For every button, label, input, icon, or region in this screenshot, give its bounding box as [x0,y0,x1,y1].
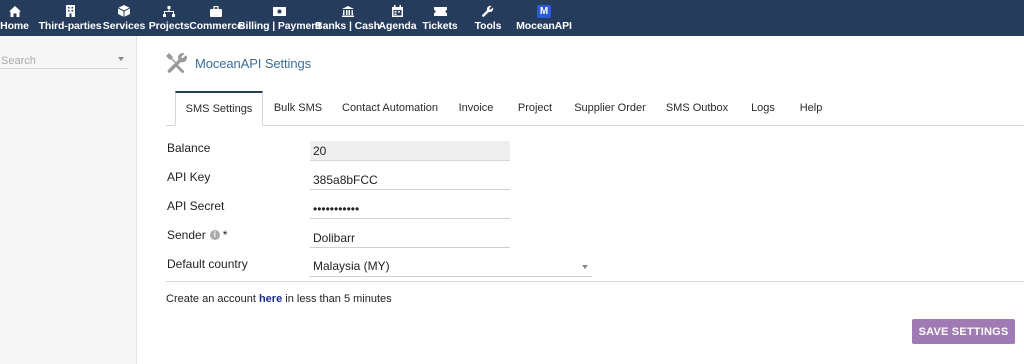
balance-field [310,141,510,161]
tab-project[interactable]: Project [515,91,555,126]
nav-item-tools[interactable]: Tools [473,0,503,36]
create-account-prefix: Create an account [166,293,259,305]
building-icon [63,4,77,18]
nav-label: Projects [148,20,190,32]
nav-item-tickets[interactable]: Tickets [422,0,458,36]
balance-row: Balance [166,136,1016,165]
money-icon [273,4,287,18]
nav-item-home[interactable]: Home [0,0,29,36]
left-sidebar [0,36,137,364]
page-title-block: MoceanAPI Settings [166,52,311,74]
nav-label: MoceanAPI [516,20,572,32]
nav-item-billing-payment[interactable]: Billing | Payment [238,0,321,36]
tab-contact-automation[interactable]: Contact Automation [342,91,438,126]
nav-item-projects[interactable]: Projects [148,0,190,36]
nav-label: Home [0,20,29,32]
settings-tabs: SMS Settings Bulk SMS Contact Automation… [166,91,1024,126]
tab-logs[interactable]: Logs [748,91,778,126]
create-account-text: Create an account here in less than 5 mi… [166,293,392,305]
nav-label: Tools [474,20,502,32]
api-key-row: API Key [166,165,1016,194]
api-key-label: API Key [167,170,211,184]
create-account-suffix: in less than 5 minutes [282,293,392,305]
top-navigation-bar: Home Third-parties Services Projects Com… [0,0,1024,36]
moceanapi-logo-icon: M [537,4,551,18]
moceanapi-badge: M [537,4,551,18]
calendar-icon [391,4,405,18]
nav-label: Third-parties [38,20,102,32]
chevron-down-icon[interactable] [118,57,124,61]
api-key-field[interactable] [310,170,510,190]
nav-label: Billing | Payment [238,20,321,32]
sender-row: Sender i * [166,223,1016,252]
sender-label: Sender [167,228,206,242]
tools-icon [166,52,188,74]
nav-label: Services [102,20,146,32]
required-marker: * [222,228,228,242]
ticket-icon [433,4,447,18]
nav-item-services[interactable]: Services [102,0,146,36]
sender-field[interactable] [310,228,510,248]
nav-label: Agenda [378,20,417,32]
search-select[interactable] [0,53,128,69]
balance-label: Balance [167,141,211,155]
save-settings-button[interactable]: SAVE SETTINGS [912,319,1015,344]
default-country-value: Malaysia (MY) [313,259,390,273]
tab-sms-settings[interactable]: SMS Settings [175,91,263,126]
default-country-label: Default country [167,257,248,271]
tab-invoice[interactable]: Invoice [456,91,496,126]
chevron-down-icon[interactable] [582,265,588,269]
wrench-icon [481,4,495,18]
tab-supplier-order[interactable]: Supplier Order [573,91,647,126]
tab-help[interactable]: Help [796,91,826,126]
search-input[interactable] [0,53,110,69]
nav-item-banks-cash[interactable]: Banks | Cash [315,0,380,36]
info-icon[interactable]: i [209,230,220,240]
bank-icon [341,4,355,18]
divider [166,281,1024,282]
briefcase-icon [209,4,223,18]
api-secret-label: API Secret [167,199,225,213]
default-country-select[interactable]: Malaysia (MY) [310,257,592,277]
sender-label-group: Sender i * [167,228,227,242]
page-title: MoceanAPI Settings [195,55,311,71]
home-icon [8,4,22,18]
nav-label: Banks | Cash [315,20,380,32]
nav-item-commerce[interactable]: Commerce [189,0,243,36]
api-secret-row: API Secret [166,194,1016,223]
nav-item-third-parties[interactable]: Third-parties [37,0,103,36]
api-secret-field[interactable] [310,199,510,219]
tab-bulk-sms[interactable]: Bulk SMS [270,91,326,126]
cube-icon [117,4,131,18]
nav-item-agenda[interactable]: Agenda [378,0,417,36]
nav-label: Commerce [189,20,243,32]
tab-sms-outbox[interactable]: SMS Outbox [665,91,729,126]
nav-label: Tickets [422,20,458,32]
nav-item-moceanapi[interactable]: M MoceanAPI [516,0,572,36]
default-country-row: Default country Malaysia (MY) [166,252,1016,281]
sitemap-icon [162,4,176,18]
create-account-link[interactable]: here [259,293,282,305]
